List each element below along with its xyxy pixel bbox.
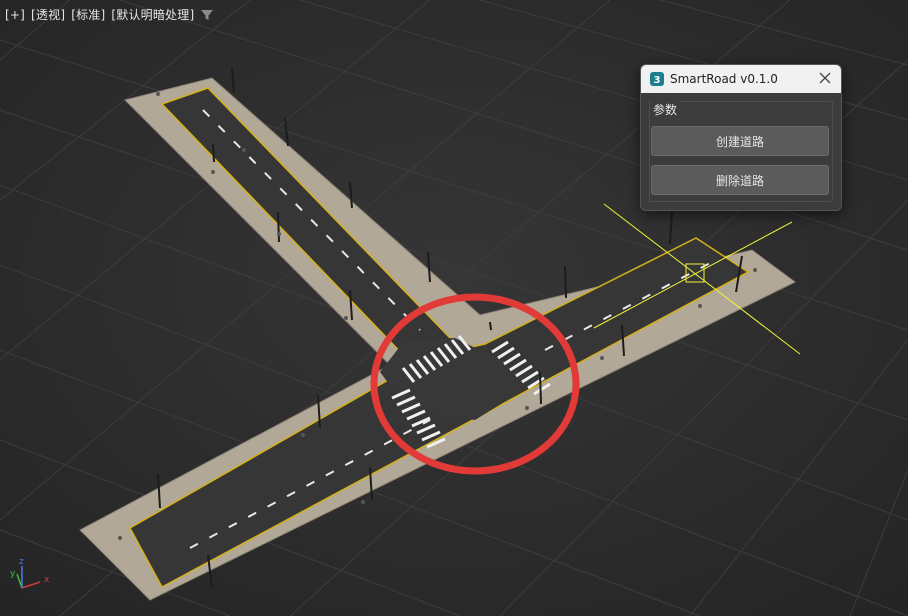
viewport-view-label[interactable]: [透视] — [31, 6, 65, 23]
dialog-title: SmartRoad v0.1.0 — [670, 72, 778, 86]
viewport-lighting-label[interactable]: [默认明暗处理] — [111, 6, 194, 23]
filter-icon[interactable] — [200, 8, 214, 22]
viewport-shading-label[interactable]: [标准] — [71, 6, 105, 23]
axis-y-label: y — [10, 569, 16, 579]
close-icon[interactable] — [818, 71, 832, 85]
parameters-group-label: 参数 — [651, 101, 680, 118]
viewport-label: [+] [透视] [标准] [默认明暗处理] — [5, 6, 214, 23]
axis-z-label: z — [19, 557, 24, 567]
viewport-menu-button[interactable]: [+] — [5, 8, 25, 22]
svg-text:3: 3 — [654, 75, 661, 86]
smartroad-dialog: 3 SmartRoad v0.1.0 参数 创建道路 删除道路 — [640, 64, 842, 211]
create-road-button[interactable]: 创建道路 — [651, 126, 829, 156]
axis-x-label: x — [44, 575, 50, 585]
delete-road-button[interactable]: 删除道路 — [651, 165, 829, 195]
dialog-titlebar[interactable]: 3 SmartRoad v0.1.0 — [641, 65, 841, 93]
3dsmax-icon: 3 — [650, 72, 664, 86]
